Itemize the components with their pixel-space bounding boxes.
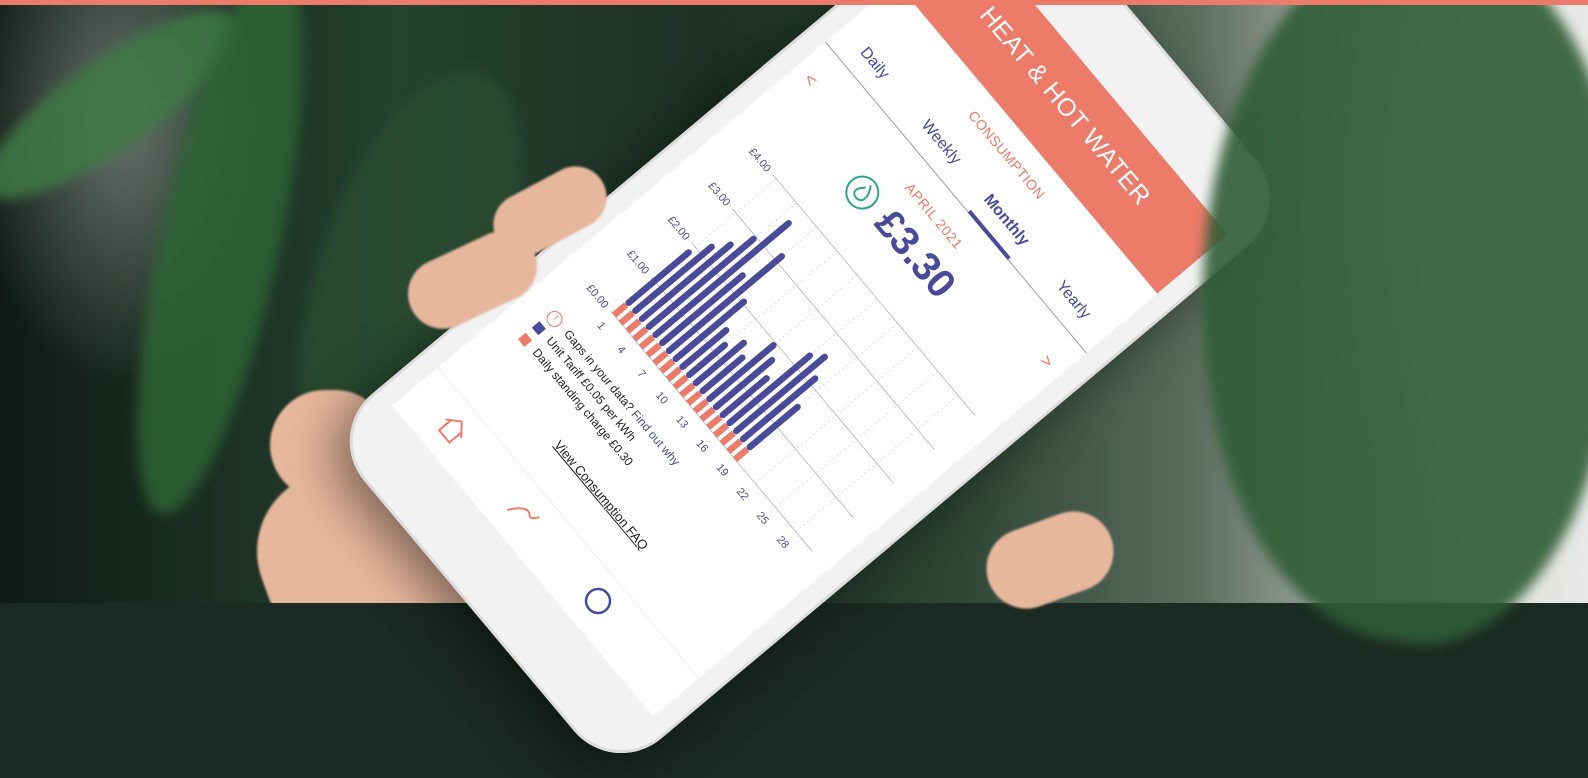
y-tick-label: £3.00 xyxy=(706,180,733,209)
tab-weekly[interactable]: Weekly xyxy=(917,117,965,169)
x-tick-label: 4 xyxy=(615,344,628,356)
tab-daily[interactable]: Daily xyxy=(856,44,893,83)
bar-unit-tariff xyxy=(645,235,757,331)
summary-amount-row: £3.30 xyxy=(829,163,964,306)
x-tick-label: 13 xyxy=(673,414,690,431)
x-tick-label: 1 xyxy=(594,320,607,332)
y-tick-label: £4.00 xyxy=(746,146,773,175)
top-accent-bar xyxy=(0,0,1588,5)
y-tick-label: £0.00 xyxy=(584,282,611,311)
x-tick-label: 22 xyxy=(734,486,751,503)
x-tick-label: 28 xyxy=(774,534,791,551)
phone-screen: HEAT & HOT WATER CONSUMPTION Daily Weekl… xyxy=(392,0,1228,717)
tab-yearly[interactable]: Yearly xyxy=(1052,278,1094,323)
home-icon[interactable] xyxy=(426,405,478,456)
x-tick-label: 25 xyxy=(754,510,771,527)
y-tick-label: £2.00 xyxy=(665,214,692,243)
x-tick-label: 19 xyxy=(714,462,731,479)
x-gridline xyxy=(755,346,918,484)
phone-layer: HEAT & HOT WATER CONSUMPTION Daily Weekl… xyxy=(0,0,1588,778)
phone: HEAT & HOT WATER CONSUMPTION Daily Weekl… xyxy=(324,0,1296,778)
leaf-shape xyxy=(1153,0,1588,666)
finger xyxy=(975,500,1125,620)
y-tick-label: £1.00 xyxy=(624,248,651,277)
x-tick-label: 7 xyxy=(635,368,648,380)
flame-icon xyxy=(832,166,889,223)
tab-monthly[interactable]: Monthly xyxy=(979,191,1032,250)
tariff-swatch xyxy=(531,321,547,336)
gridline xyxy=(772,174,976,416)
x-gridline xyxy=(795,395,959,532)
x-tick-label: 16 xyxy=(693,438,710,455)
usage-chart-icon[interactable] xyxy=(496,489,548,540)
x-tick-label: 10 xyxy=(653,390,670,407)
standing-swatch xyxy=(518,332,533,347)
